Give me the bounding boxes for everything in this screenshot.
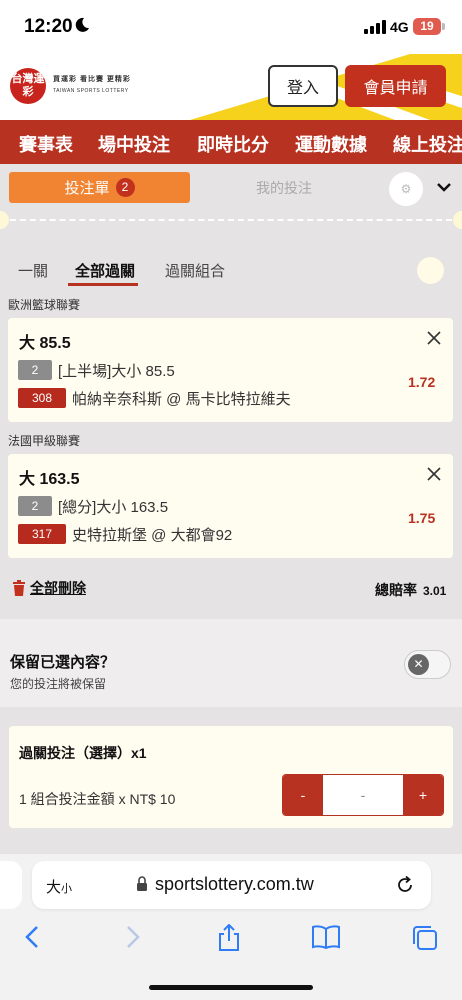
match-text: 史特拉斯堡 @ 大都會92 xyxy=(72,526,233,544)
bet-match-row: 317 史特拉斯堡 @ 大都會92 xyxy=(18,524,232,544)
network-label: 4G xyxy=(390,19,409,35)
gear-icon: ⚙ xyxy=(400,182,412,196)
bet-type-tabs: 一關 全部過關 過關組合 xyxy=(0,256,462,286)
notch-right xyxy=(453,211,462,229)
league-label: 歐洲籃球聯賽 xyxy=(8,298,81,312)
tab-betslip-label: 投注單 xyxy=(64,180,110,197)
back-icon[interactable] xyxy=(23,924,41,950)
market-text: [上半場]大小 85.5 xyxy=(58,362,175,380)
betslip-count-badge: 2 xyxy=(115,178,135,197)
share-icon[interactable] xyxy=(216,924,242,952)
main-nav: 賽事表 場中投注 即時比分 運動數據 線上投注 xyxy=(0,120,462,164)
tab-my-bets[interactable]: 我的投注 xyxy=(200,178,368,198)
register-button[interactable]: 會員申請 xyxy=(345,65,446,107)
logo-caption: 買運彩 看比賽 更精彩 TAIWAN SPORTS LOTTERY xyxy=(53,74,131,94)
tab-betslip[interactable]: 投注單 2 xyxy=(9,172,190,203)
status-bar: 12:20 4G 19 xyxy=(0,0,462,54)
keep-selection-section: 保留已選內容？ 您的投注將被保留 ✕ xyxy=(0,619,462,707)
market-number: 2 xyxy=(18,360,52,380)
tab-parlay-combo[interactable]: 過關組合 xyxy=(165,260,225,281)
close-icon[interactable] xyxy=(424,464,444,484)
trash-icon xyxy=(13,580,25,596)
bet-card: 大 163.5 2 [總分]大小 163.5 317 史特拉斯堡 @ 大都會92… xyxy=(8,454,453,558)
stake-stepper: - - + xyxy=(282,774,444,816)
match-number: 317 xyxy=(18,524,66,544)
tabs-icon[interactable] xyxy=(411,924,439,952)
bet-odds: 1.75 xyxy=(408,510,436,526)
home-indicator xyxy=(149,985,313,990)
bet-odds: 1.72 xyxy=(408,374,436,390)
signal-icon xyxy=(364,20,386,34)
bet-market-row: 2 [上半場]大小 85.5 xyxy=(18,360,175,380)
total-odds-value: 3.01 xyxy=(423,584,447,598)
logo[interactable]: 台灣運彩 xyxy=(10,68,46,104)
keep-selection-subtitle: 您的投注將被保留 xyxy=(10,677,107,691)
betslip-panel: 投注單 2 我的投注 ⚙ 一關 全部過關 過關組合 歐洲籃球聯賽 大 85.5 … xyxy=(0,164,462,854)
match-number: 308 xyxy=(18,388,66,408)
lock-icon xyxy=(137,876,147,891)
parlay-title: 過關投注（選擇）x1 xyxy=(19,745,147,761)
tab-all-parlay[interactable]: 全部過關 xyxy=(75,260,135,281)
bet-selection: 大 163.5 xyxy=(19,471,80,488)
close-icon[interactable] xyxy=(424,328,444,348)
bet-match-row: 308 帕納辛奈科斯 @ 馬卡比特拉維夫 xyxy=(18,388,291,408)
logo-english: TAIWAN SPORTS LOTTERY xyxy=(53,88,129,94)
site-header: 台灣運彩 買運彩 看比賽 更精彩 TAIWAN SPORTS LOTTERY 登… xyxy=(0,54,462,120)
league-label: 法國甲級聯賽 xyxy=(8,434,81,448)
login-button[interactable]: 登入 xyxy=(268,65,338,107)
status-time: 12:20 xyxy=(24,16,73,37)
parlay-amount-label: 1 組合投注金額 x NT$ 10 xyxy=(19,791,176,807)
decrease-button[interactable]: - xyxy=(283,775,323,815)
match-text: 帕納辛奈科斯 @ 馬卡比特拉維夫 xyxy=(72,390,291,408)
browser-toolbar: 大小 sportslottery.com.tw xyxy=(0,854,462,1000)
keep-selection-toggle[interactable]: ✕ xyxy=(404,650,451,679)
divider xyxy=(10,219,452,221)
aa-large: 大 xyxy=(46,879,62,896)
address-bar[interactable]: 大小 sportslottery.com.tw xyxy=(32,861,431,909)
battery-icon: 19 xyxy=(413,18,441,35)
settings-button[interactable]: ⚙ xyxy=(389,172,423,206)
bookmarks-icon[interactable] xyxy=(311,924,341,950)
bet-card: 大 85.5 2 [上半場]大小 85.5 308 帕納辛奈科斯 @ 馬卡比特拉… xyxy=(8,318,453,422)
chevron-down-icon[interactable] xyxy=(436,181,452,193)
notch-left xyxy=(0,211,9,229)
toggle-off-icon: ✕ xyxy=(408,654,429,675)
nav-item-online-betting[interactable]: 線上投注 xyxy=(393,131,462,157)
tab-single[interactable]: 一關 xyxy=(18,260,48,281)
total-odds-label: 總賠率 xyxy=(375,582,417,598)
forward-icon[interactable] xyxy=(124,924,142,950)
url-text: sportslottery.com.tw xyxy=(155,874,314,894)
aa-small: 小 xyxy=(61,883,73,895)
bet-selection: 大 85.5 xyxy=(19,335,71,352)
increase-button[interactable]: + xyxy=(403,775,443,815)
battery-tip xyxy=(442,23,445,30)
bet-market-row: 2 [總分]大小 163.5 xyxy=(18,496,168,516)
nav-item-live-scores[interactable]: 即時比分 xyxy=(197,131,269,157)
previous-tab-edge[interactable] xyxy=(0,861,22,909)
logo-text: 台灣運彩 xyxy=(11,73,45,98)
parlay-card: 過關投注（選擇）x1 1 組合投注金額 x NT$ 10 - - + xyxy=(9,726,453,828)
nav-item-live-betting[interactable]: 場中投注 xyxy=(98,131,170,157)
market-number: 2 xyxy=(18,496,52,516)
market-text: [總分]大小 163.5 xyxy=(58,498,169,516)
stake-input[interactable]: - xyxy=(323,775,403,815)
text-size-button[interactable]: 大小 xyxy=(46,876,72,897)
total-odds: 總賠率 3.01 xyxy=(375,580,446,600)
delete-all-label: 全部刪除 xyxy=(30,580,86,596)
keep-selection-title: 保留已選內容？ xyxy=(10,654,116,671)
reload-icon[interactable] xyxy=(394,874,416,896)
logo-slogan: 買運彩 看比賽 更精彩 xyxy=(53,76,131,83)
moon-icon xyxy=(75,17,89,32)
decorative-dot xyxy=(417,257,444,284)
delete-all-button[interactable]: 全部刪除 xyxy=(12,578,86,598)
nav-item-schedule[interactable]: 賽事表 xyxy=(19,131,73,157)
active-tab-indicator xyxy=(68,283,138,286)
nav-item-sports-data[interactable]: 運動數據 xyxy=(295,131,367,157)
